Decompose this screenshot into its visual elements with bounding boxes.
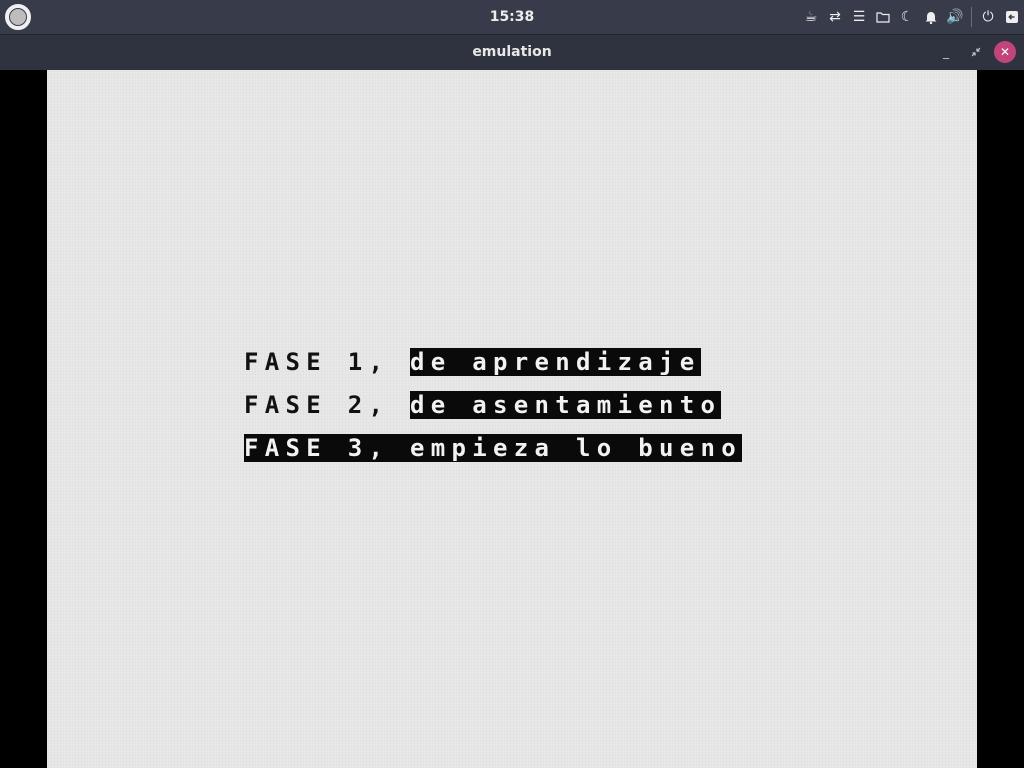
menu-icon[interactable]: ☰ (847, 0, 871, 34)
power-icon[interactable]: ⏻ (976, 0, 1000, 34)
window-titlebar[interactable]: emulation _ ✕ (0, 34, 1024, 70)
activities-button[interactable] (5, 4, 31, 30)
line-2-highlight: de asentamiento (410, 391, 722, 419)
restore-button[interactable] (965, 41, 987, 63)
emulator-screen[interactable]: FASE 1, de aprendizaje FASE 2, de asenta… (47, 70, 977, 768)
minimize-button[interactable]: _ (935, 41, 957, 63)
restore-icon (971, 47, 981, 57)
minimize-icon: _ (943, 45, 949, 59)
line-3-highlight: FASE 3, empieza lo bueno (244, 434, 742, 462)
moon-icon[interactable]: ☾ (895, 0, 919, 34)
window-title: emulation (472, 44, 552, 60)
menu-line-1: FASE 1, de aprendizaje (244, 348, 701, 376)
line-1-highlight: de aprendizaje (410, 348, 701, 376)
system-tray: ☕ ⇄ ☰ ☾ 🔊 ⏻ (799, 0, 1024, 34)
folder-icon[interactable] (871, 0, 895, 34)
network-transfer-icon[interactable]: ⇄ (823, 0, 847, 34)
close-icon: ✕ (999, 45, 1011, 59)
top-panel: 15:38 ☕ ⇄ ☰ ☾ 🔊 ⏻ (0, 0, 1024, 34)
logout-icon[interactable] (1000, 0, 1024, 34)
menu-line-3: FASE 3, empieza lo bueno (244, 434, 742, 462)
tray-separator (971, 7, 972, 27)
close-button[interactable]: ✕ (994, 41, 1016, 63)
coffee-icon[interactable]: ☕ (799, 0, 823, 34)
line-1-label: FASE 1, (244, 348, 410, 376)
volume-icon[interactable]: 🔊 (943, 0, 967, 34)
line-2-label: FASE 2, (244, 391, 410, 419)
menu-line-2: FASE 2, de asentamiento (244, 391, 722, 419)
bell-icon[interactable] (919, 0, 943, 34)
clock[interactable]: 15:38 (462, 0, 562, 34)
